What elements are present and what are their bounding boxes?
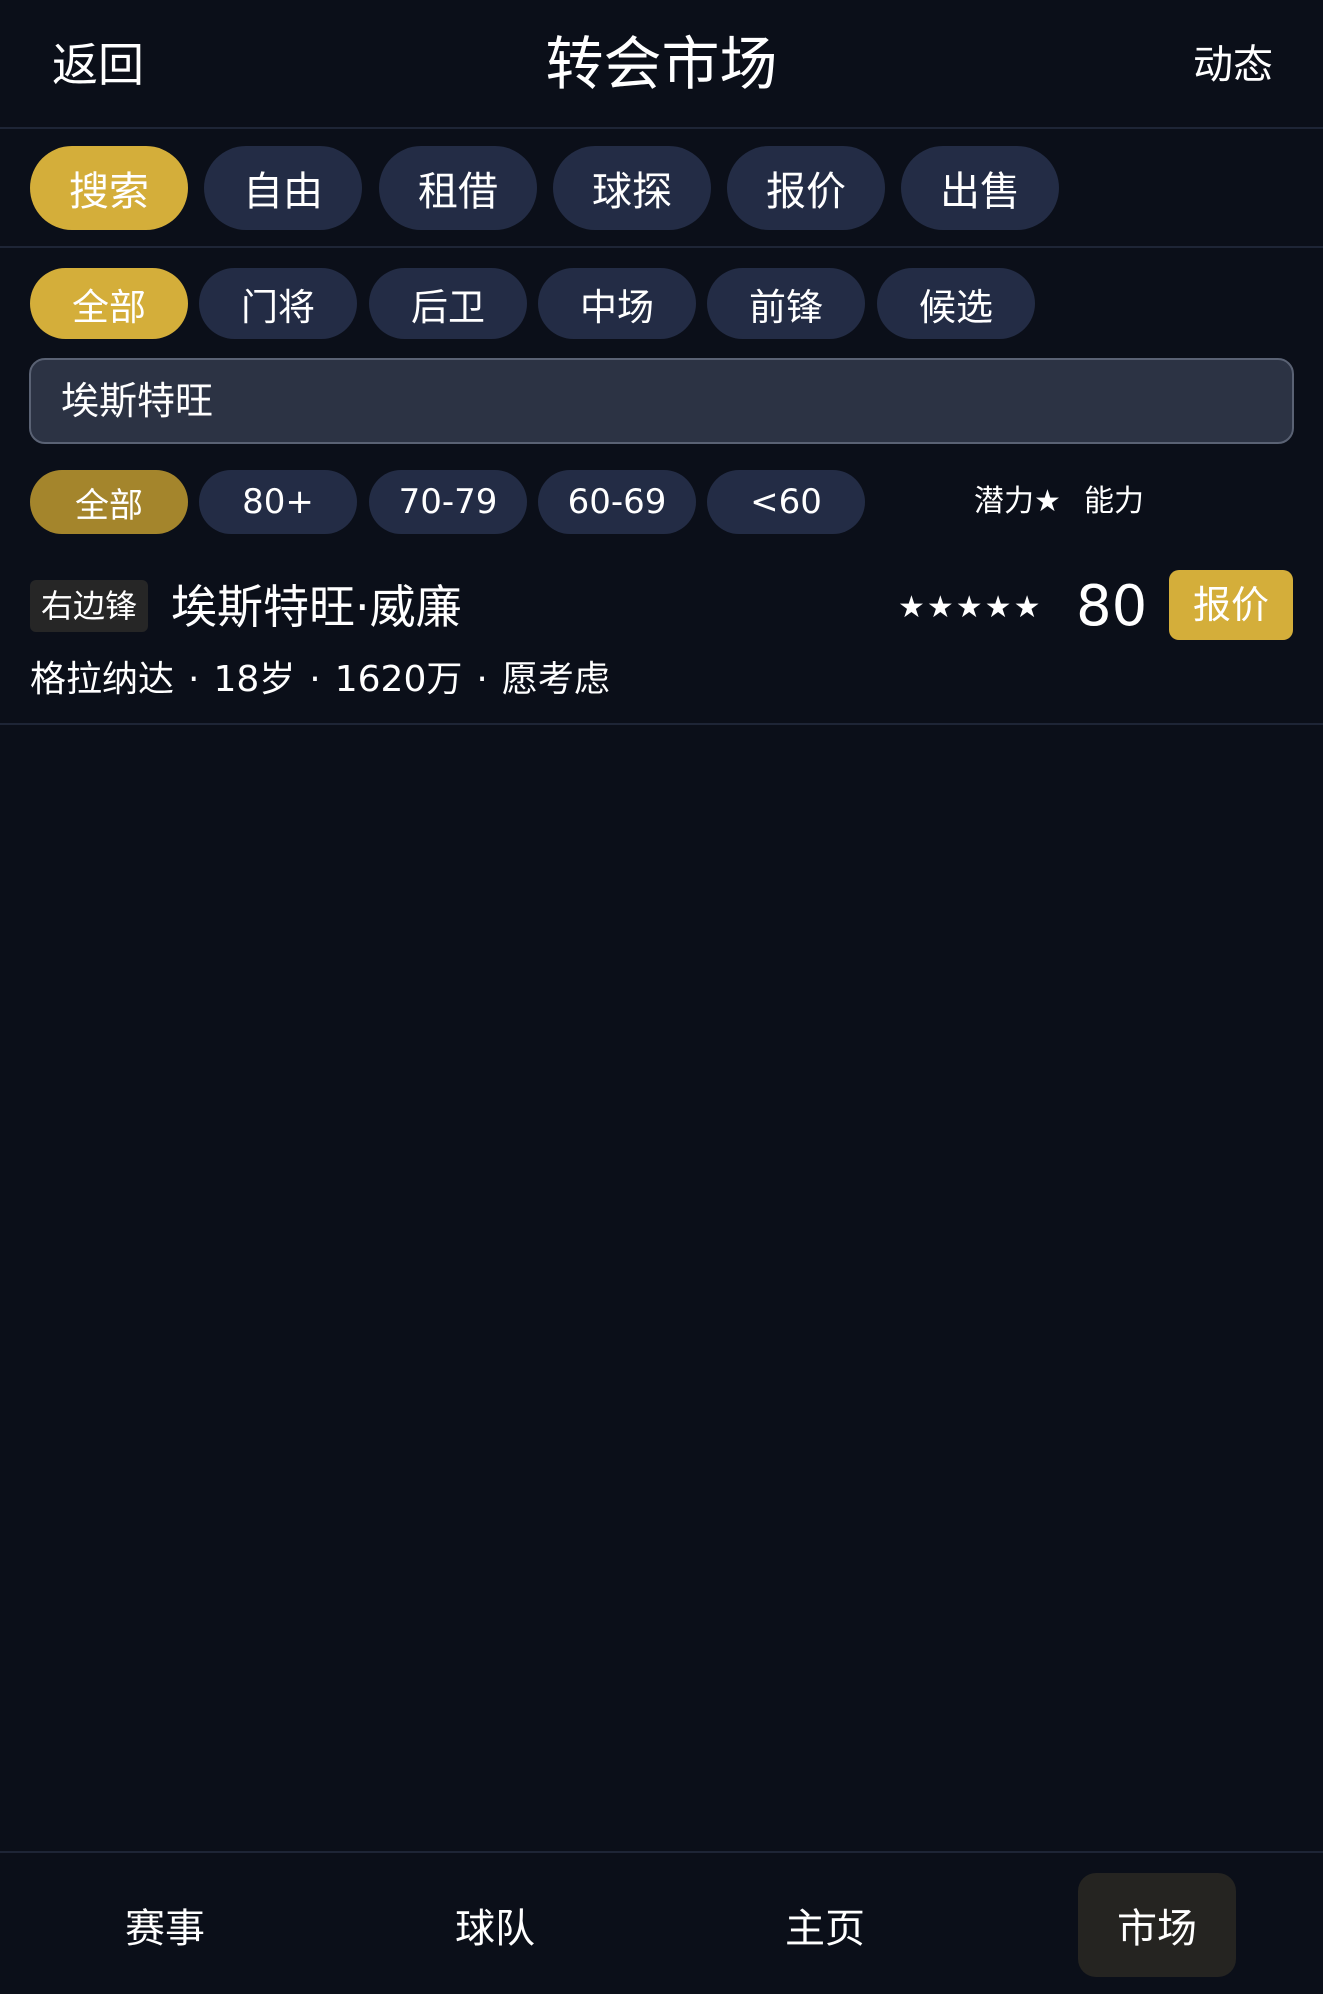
- feed-button[interactable]: 动态: [1193, 32, 1273, 98]
- nav-item-home[interactable]: 主页: [746, 1873, 904, 1977]
- tab-search[interactable]: 搜索: [30, 146, 188, 230]
- make-offer-button[interactable]: 报价: [1169, 570, 1293, 640]
- sort-ability-button[interactable]: 能力: [1084, 470, 1144, 534]
- tab-loan[interactable]: 租借: [379, 146, 537, 230]
- position-filter-forward[interactable]: 前锋: [707, 268, 865, 339]
- separator: ·: [188, 659, 200, 700]
- tab-scout[interactable]: 球探: [553, 146, 711, 230]
- player-position-badge: 右边锋: [30, 580, 149, 632]
- sort-potential-button[interactable]: 潜力★: [974, 470, 1061, 534]
- position-filter-all[interactable]: 全部: [30, 268, 188, 339]
- position-filter-shortlist[interactable]: 候选: [877, 268, 1035, 339]
- header: 返回 转会市场 动态: [0, 0, 1323, 129]
- rating-filter-60-69[interactable]: 60-69: [538, 470, 696, 534]
- rating-filter-80-plus[interactable]: 80+: [199, 470, 357, 534]
- player-value: 1620万: [334, 659, 463, 700]
- player-rating: 80: [1076, 574, 1148, 639]
- rating-filter: 全部 80+ 70-79 60-69 <60 潜力★ 能力: [0, 470, 1323, 534]
- position-filter-defender[interactable]: 后卫: [369, 268, 527, 339]
- nav-item-team[interactable]: 球队: [416, 1873, 574, 1977]
- tab-free[interactable]: 自由: [204, 146, 362, 230]
- search-input[interactable]: 埃斯特旺: [29, 358, 1294, 444]
- player-name: 埃斯特旺·威廉: [171, 580, 462, 634]
- potential-stars: ★★★★★: [898, 590, 1043, 625]
- nav-item-market[interactable]: 市场: [1078, 1873, 1236, 1977]
- page-title: 转会市场: [545, 30, 778, 98]
- rating-filter-under-60[interactable]: <60: [707, 470, 865, 534]
- tab-offers[interactable]: 报价: [727, 146, 885, 230]
- tab-sell[interactable]: 出售: [901, 146, 1059, 230]
- position-filter-goalkeeper[interactable]: 门将: [199, 268, 357, 339]
- rating-filter-70-79[interactable]: 70-79: [369, 470, 527, 534]
- rating-filter-all[interactable]: 全部: [30, 470, 188, 534]
- position-filter: 全部 门将 后卫 中场 前锋 候选: [0, 268, 1323, 340]
- table-row[interactable]: 右边锋 埃斯特旺·威廉 ★★★★★ 80 报价 格拉纳达 · 18岁 · 162…: [0, 560, 1323, 725]
- separator: ·: [476, 659, 488, 700]
- bottom-nav: 赛事 球队 主页 市场: [0, 1851, 1323, 1994]
- position-filter-midfielder[interactable]: 中场: [538, 268, 696, 339]
- player-age: 18岁: [213, 659, 296, 700]
- transfer-market-page: 返回 转会市场 动态 搜索 自由 租借 球探 报价 出售 全部 门将 后卫 中场…: [0, 0, 1323, 1994]
- player-attitude: 愿考虑: [501, 659, 610, 700]
- player-club: 格拉纳达: [30, 659, 175, 700]
- market-tabs: 搜索 自由 租借 球探 报价 出售: [0, 129, 1323, 248]
- nav-item-matches[interactable]: 赛事: [86, 1873, 244, 1977]
- player-meta: 格拉纳达 · 18岁 · 1620万 · 愿考虑: [30, 652, 610, 708]
- separator: ·: [309, 659, 321, 700]
